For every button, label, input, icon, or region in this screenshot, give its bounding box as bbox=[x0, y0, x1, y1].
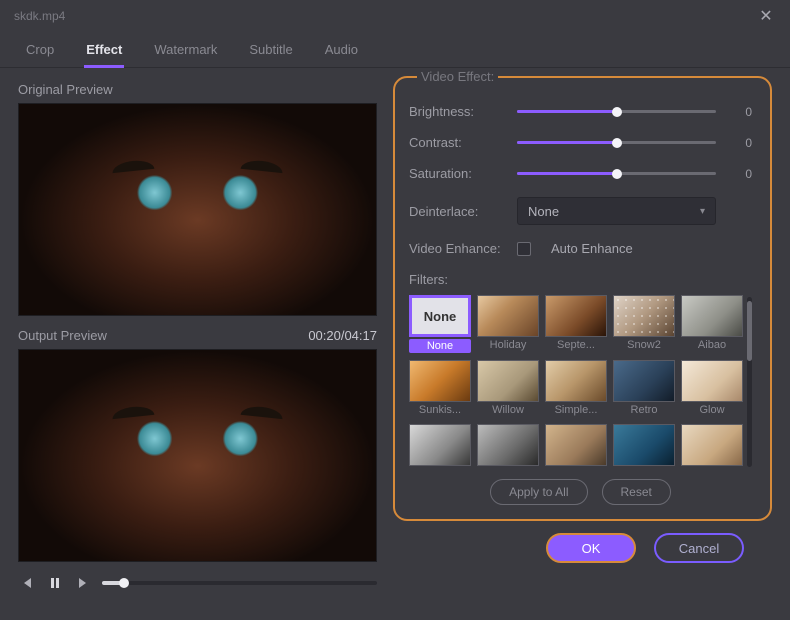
tab-bar: Crop Effect Watermark Subtitle Audio bbox=[0, 30, 790, 68]
filter-thumb bbox=[545, 360, 607, 402]
filter-label: Glow bbox=[681, 404, 743, 416]
filter-thumb bbox=[681, 424, 743, 466]
filter-thumb bbox=[477, 424, 539, 466]
filter-item[interactable]: Simple... bbox=[545, 360, 607, 417]
apply-to-all-button[interactable]: Apply to All bbox=[490, 479, 587, 505]
filter-grid: None None Holiday Septe... Snow2 Aibao Sunkis.… bbox=[409, 295, 743, 467]
filter-label: Sunkis... bbox=[409, 404, 471, 416]
close-icon[interactable]: ✕ bbox=[756, 6, 776, 26]
filter-thumb bbox=[409, 424, 471, 466]
deinterlace-select[interactable]: None ▾ bbox=[517, 197, 716, 225]
filter-thumb bbox=[477, 295, 539, 337]
filter-thumb bbox=[681, 295, 743, 337]
filter-thumb bbox=[613, 360, 675, 402]
timecode: 00:20/04:17 bbox=[308, 328, 377, 343]
filter-label: Simple... bbox=[545, 404, 607, 416]
ok-button[interactable]: OK bbox=[546, 533, 636, 563]
next-frame-button[interactable] bbox=[74, 574, 92, 592]
filter-label: Retro bbox=[613, 404, 675, 416]
filter-item[interactable] bbox=[545, 424, 607, 467]
deinterlace-label: Deinterlace: bbox=[409, 204, 505, 219]
saturation-value: 0 bbox=[728, 167, 752, 181]
tab-subtitle[interactable]: Subtitle bbox=[247, 36, 294, 67]
pause-button[interactable] bbox=[46, 574, 64, 592]
filter-item[interactable]: Snow2 bbox=[613, 295, 675, 354]
contrast-slider[interactable] bbox=[517, 141, 716, 144]
brightness-value: 0 bbox=[728, 105, 752, 119]
reset-button[interactable]: Reset bbox=[602, 479, 671, 505]
filter-label: None bbox=[409, 339, 471, 353]
tab-effect[interactable]: Effect bbox=[84, 36, 124, 67]
filter-item[interactable] bbox=[681, 424, 743, 467]
filters-label: Filters: bbox=[409, 272, 752, 287]
transport-bar bbox=[18, 574, 377, 592]
window-title: skdk.mp4 bbox=[14, 9, 65, 23]
original-preview bbox=[18, 103, 377, 316]
auto-enhance-text: Auto Enhance bbox=[551, 241, 633, 256]
contrast-value: 0 bbox=[728, 136, 752, 150]
filter-label: Willow bbox=[477, 404, 539, 416]
brightness-label: Brightness: bbox=[409, 104, 505, 119]
prev-frame-button[interactable] bbox=[18, 574, 36, 592]
filter-item[interactable] bbox=[613, 424, 675, 467]
playback-progress[interactable] bbox=[102, 581, 377, 585]
filter-thumb bbox=[613, 295, 675, 337]
output-preview bbox=[18, 349, 377, 562]
filters-scrollbar[interactable] bbox=[747, 297, 752, 467]
filter-label: Snow2 bbox=[613, 339, 675, 351]
tab-watermark[interactable]: Watermark bbox=[152, 36, 219, 67]
filter-item[interactable]: Septe... bbox=[545, 295, 607, 354]
filter-item[interactable]: Willow bbox=[477, 360, 539, 417]
video-effect-panel: Video Effect: Brightness: 0 Contrast: 0 … bbox=[393, 76, 772, 521]
output-preview-label: Output Preview bbox=[18, 328, 107, 343]
filter-label: Aibao bbox=[681, 339, 743, 351]
filter-item[interactable] bbox=[409, 424, 471, 467]
filter-thumb: None bbox=[409, 295, 471, 337]
filter-item[interactable]: Aibao bbox=[681, 295, 743, 354]
filter-thumb bbox=[545, 424, 607, 466]
panel-title: Video Effect: bbox=[417, 69, 498, 84]
tab-crop[interactable]: Crop bbox=[24, 36, 56, 67]
brightness-slider[interactable] bbox=[517, 110, 716, 113]
filter-item[interactable]: Retro bbox=[613, 360, 675, 417]
original-preview-label: Original Preview bbox=[18, 82, 377, 97]
filter-item[interactable] bbox=[477, 424, 539, 467]
filter-item[interactable]: Sunkis... bbox=[409, 360, 471, 417]
filter-thumb bbox=[545, 295, 607, 337]
filter-item[interactable]: None None bbox=[409, 295, 471, 354]
chevron-down-icon: ▾ bbox=[700, 206, 705, 217]
contrast-label: Contrast: bbox=[409, 135, 505, 150]
saturation-slider[interactable] bbox=[517, 172, 716, 175]
filter-label: Holiday bbox=[477, 339, 539, 351]
filter-thumb bbox=[613, 424, 675, 466]
filter-thumb bbox=[681, 360, 743, 402]
filter-label: Septe... bbox=[545, 339, 607, 351]
auto-enhance-checkbox[interactable] bbox=[517, 242, 531, 256]
saturation-label: Saturation: bbox=[409, 166, 505, 181]
deinterlace-value: None bbox=[528, 204, 559, 219]
cancel-button[interactable]: Cancel bbox=[654, 533, 744, 563]
filter-item[interactable]: Glow bbox=[681, 360, 743, 417]
video-enhance-label: Video Enhance: bbox=[409, 241, 505, 256]
filter-thumb bbox=[409, 360, 471, 402]
tab-audio[interactable]: Audio bbox=[323, 36, 360, 67]
filter-thumb bbox=[477, 360, 539, 402]
filter-item[interactable]: Holiday bbox=[477, 295, 539, 354]
